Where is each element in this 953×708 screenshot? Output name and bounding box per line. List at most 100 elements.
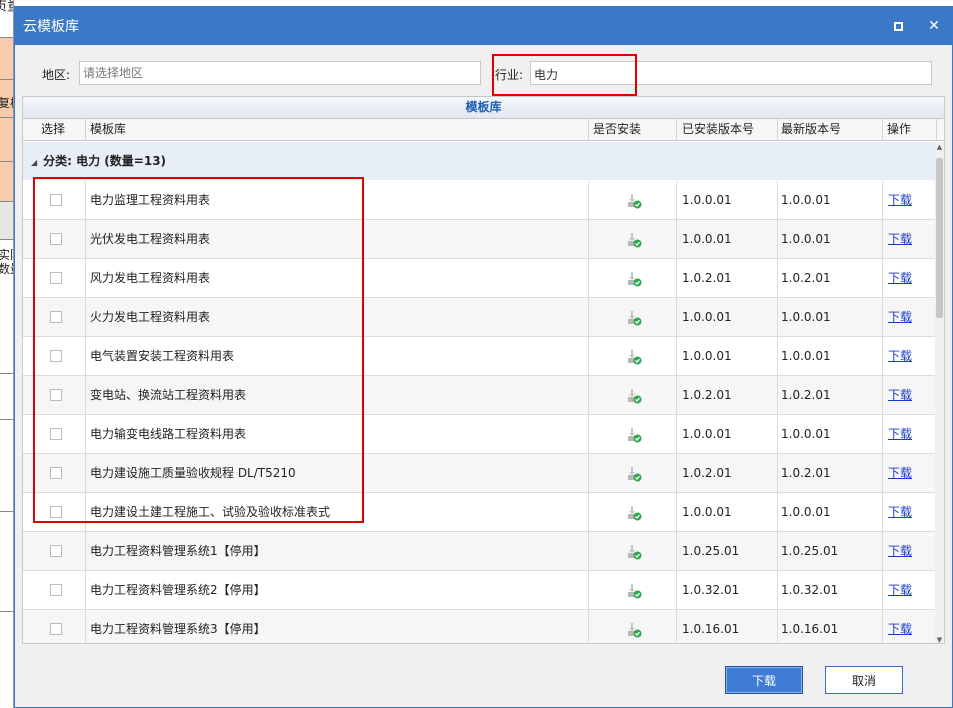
download-link[interactable]: 下载: [888, 193, 912, 207]
region-label: 地区:: [42, 68, 71, 82]
row-checkbox[interactable]: [50, 467, 62, 479]
download-link[interactable]: 下载: [888, 388, 912, 402]
installed-version-cell: 1.0.0.01: [677, 415, 778, 454]
collapse-caret-icon[interactable]: ◢: [31, 158, 37, 167]
action-cell: 下载: [883, 454, 937, 493]
dialog-titlebar[interactable]: 云模板库 ✕: [15, 7, 952, 45]
row-checkbox[interactable]: [50, 506, 62, 518]
download-button[interactable]: 下载: [725, 666, 803, 694]
installed-version-cell: 1.0.2.01: [677, 454, 778, 493]
row-checkbox[interactable]: [50, 584, 62, 596]
installed-version-cell: 1.0.25.01: [677, 532, 778, 571]
table-row[interactable]: 电力工程资料管理系统1【停用】 1.0.25.01 1.0.25.01 下载: [23, 532, 937, 571]
template-name-cell: 电力监理工程资料用表: [86, 181, 589, 220]
table-row[interactable]: 电力输变电线路工程资料用表 1.0.0.01 1.0.0.01 下载: [23, 415, 937, 454]
row-checkbox[interactable]: [50, 545, 62, 557]
background-cell: [0, 282, 13, 374]
row-checkbox[interactable]: [50, 233, 62, 245]
row-checkbox[interactable]: [50, 428, 62, 440]
scroll-down-icon[interactable]: ▼: [935, 635, 944, 643]
download-link[interactable]: 下载: [888, 271, 912, 285]
column-header-installed-version[interactable]: 已安装版本号: [677, 119, 778, 141]
download-link[interactable]: 下载: [888, 466, 912, 480]
table-row[interactable]: 火力发电工程资料用表 1.0.0.01 1.0.0.01 下载: [23, 298, 937, 337]
installed-check-icon: [628, 545, 642, 560]
region-input[interactable]: [79, 61, 481, 85]
group-label: 分类: 电力 (数量=13): [43, 154, 167, 168]
installed-check-icon: [628, 350, 642, 365]
template-name-cell: 电气装置安装工程资料用表: [86, 337, 589, 376]
table-row[interactable]: 电力工程资料管理系统3【停用】 1.0.16.01 1.0.16.01 下载: [23, 610, 937, 643]
close-button[interactable]: ✕: [924, 16, 944, 36]
select-cell: [23, 259, 86, 298]
column-header-action[interactable]: 操作: [883, 119, 937, 141]
background-cell: [0, 420, 13, 512]
latest-version-cell: 1.0.2.01: [778, 376, 883, 415]
column-header-template[interactable]: 模板库: [86, 119, 589, 141]
column-header-select[interactable]: 选择: [23, 119, 86, 141]
row-checkbox[interactable]: [50, 350, 62, 362]
template-name-cell: 电力建设土建工程施工、试验及验收标准表式: [86, 493, 589, 532]
installed-cell: [589, 376, 677, 415]
group-row[interactable]: ◢ 分类: 电力 (数量=13): [23, 142, 937, 180]
installed-check-icon: [628, 194, 642, 209]
select-cell: [23, 454, 86, 493]
download-link[interactable]: 下载: [888, 232, 912, 246]
installed-check-icon: [628, 311, 642, 326]
action-cell: 下载: [883, 571, 937, 610]
row-checkbox[interactable]: [50, 194, 62, 206]
template-name-cell: 电力输变电线路工程资料用表: [86, 415, 589, 454]
installed-cell: [589, 571, 677, 610]
table-row[interactable]: 电力建设施工质量验收规程 DL/T5210 1.0.2.01 1.0.2.01 下载: [23, 454, 937, 493]
latest-version-cell: 1.0.0.01: [778, 220, 883, 259]
latest-version-cell: 1.0.0.01: [778, 181, 883, 220]
table-row[interactable]: 变电站、换流站工程资料用表 1.0.2.01 1.0.2.01 下载: [23, 376, 937, 415]
maximize-icon: [893, 21, 903, 31]
maximize-button[interactable]: [888, 16, 908, 36]
template-name-cell: 变电站、换流站工程资料用表: [86, 376, 589, 415]
template-name-cell: 电力工程资料管理系统3【停用】: [86, 610, 589, 643]
installed-cell: [589, 259, 677, 298]
background-window: 质量验收记录 复栏 实际 数量: [0, 0, 14, 708]
installed-cell: [589, 610, 677, 643]
select-cell: [23, 610, 86, 643]
action-cell: 下载: [883, 376, 937, 415]
download-link[interactable]: 下载: [888, 427, 912, 441]
column-header-installed[interactable]: 是否安装: [589, 119, 677, 141]
select-cell: [23, 376, 86, 415]
download-link[interactable]: 下载: [888, 349, 912, 363]
table-row[interactable]: 光伏发电工程资料用表 1.0.0.01 1.0.0.01 下载: [23, 220, 937, 259]
download-link[interactable]: 下载: [888, 622, 912, 636]
template-name-cell: 电力建设施工质量验收规程 DL/T5210: [86, 454, 589, 493]
table-row[interactable]: 电气装置安装工程资料用表 1.0.0.01 1.0.0.01 下载: [23, 337, 937, 376]
scroll-up-icon[interactable]: ▲: [935, 142, 944, 152]
download-link[interactable]: 下载: [888, 505, 912, 519]
download-link[interactable]: 下载: [888, 310, 912, 324]
download-link[interactable]: 下载: [888, 544, 912, 558]
action-cell: 下载: [883, 181, 937, 220]
download-link[interactable]: 下载: [888, 583, 912, 597]
industry-input[interactable]: 电力: [530, 61, 932, 85]
installed-version-cell: 1.0.0.01: [677, 337, 778, 376]
installed-version-cell: 1.0.0.01: [677, 298, 778, 337]
background-text: 复栏: [0, 94, 13, 111]
row-checkbox[interactable]: [50, 623, 62, 635]
installed-cell: [589, 337, 677, 376]
scrollbar-thumb[interactable]: [936, 158, 943, 318]
installed-version-cell: 1.0.0.01: [677, 220, 778, 259]
action-cell: 下载: [883, 493, 937, 532]
vertical-scrollbar[interactable]: ▲ ▼: [935, 142, 944, 643]
installed-cell: [589, 454, 677, 493]
table-row[interactable]: 电力工程资料管理系统2【停用】 1.0.32.01 1.0.32.01 下载: [23, 571, 937, 610]
cancel-button[interactable]: 取消: [825, 666, 903, 694]
background-title: 质量验收记录: [0, 0, 13, 15]
row-checkbox[interactable]: [50, 389, 62, 401]
latest-version-cell: 1.0.0.01: [778, 337, 883, 376]
row-checkbox[interactable]: [50, 272, 62, 284]
column-header-latest-version[interactable]: 最新版本号: [778, 119, 883, 141]
table-row[interactable]: 电力建设土建工程施工、试验及验收标准表式 1.0.0.01 1.0.0.01 下载: [23, 493, 937, 532]
table-row[interactable]: 风力发电工程资料用表 1.0.2.01 1.0.2.01 下载: [23, 259, 937, 298]
installed-check-icon: [628, 467, 642, 482]
table-row[interactable]: 电力监理工程资料用表 1.0.0.01 1.0.0.01 下载: [23, 181, 937, 220]
row-checkbox[interactable]: [50, 311, 62, 323]
